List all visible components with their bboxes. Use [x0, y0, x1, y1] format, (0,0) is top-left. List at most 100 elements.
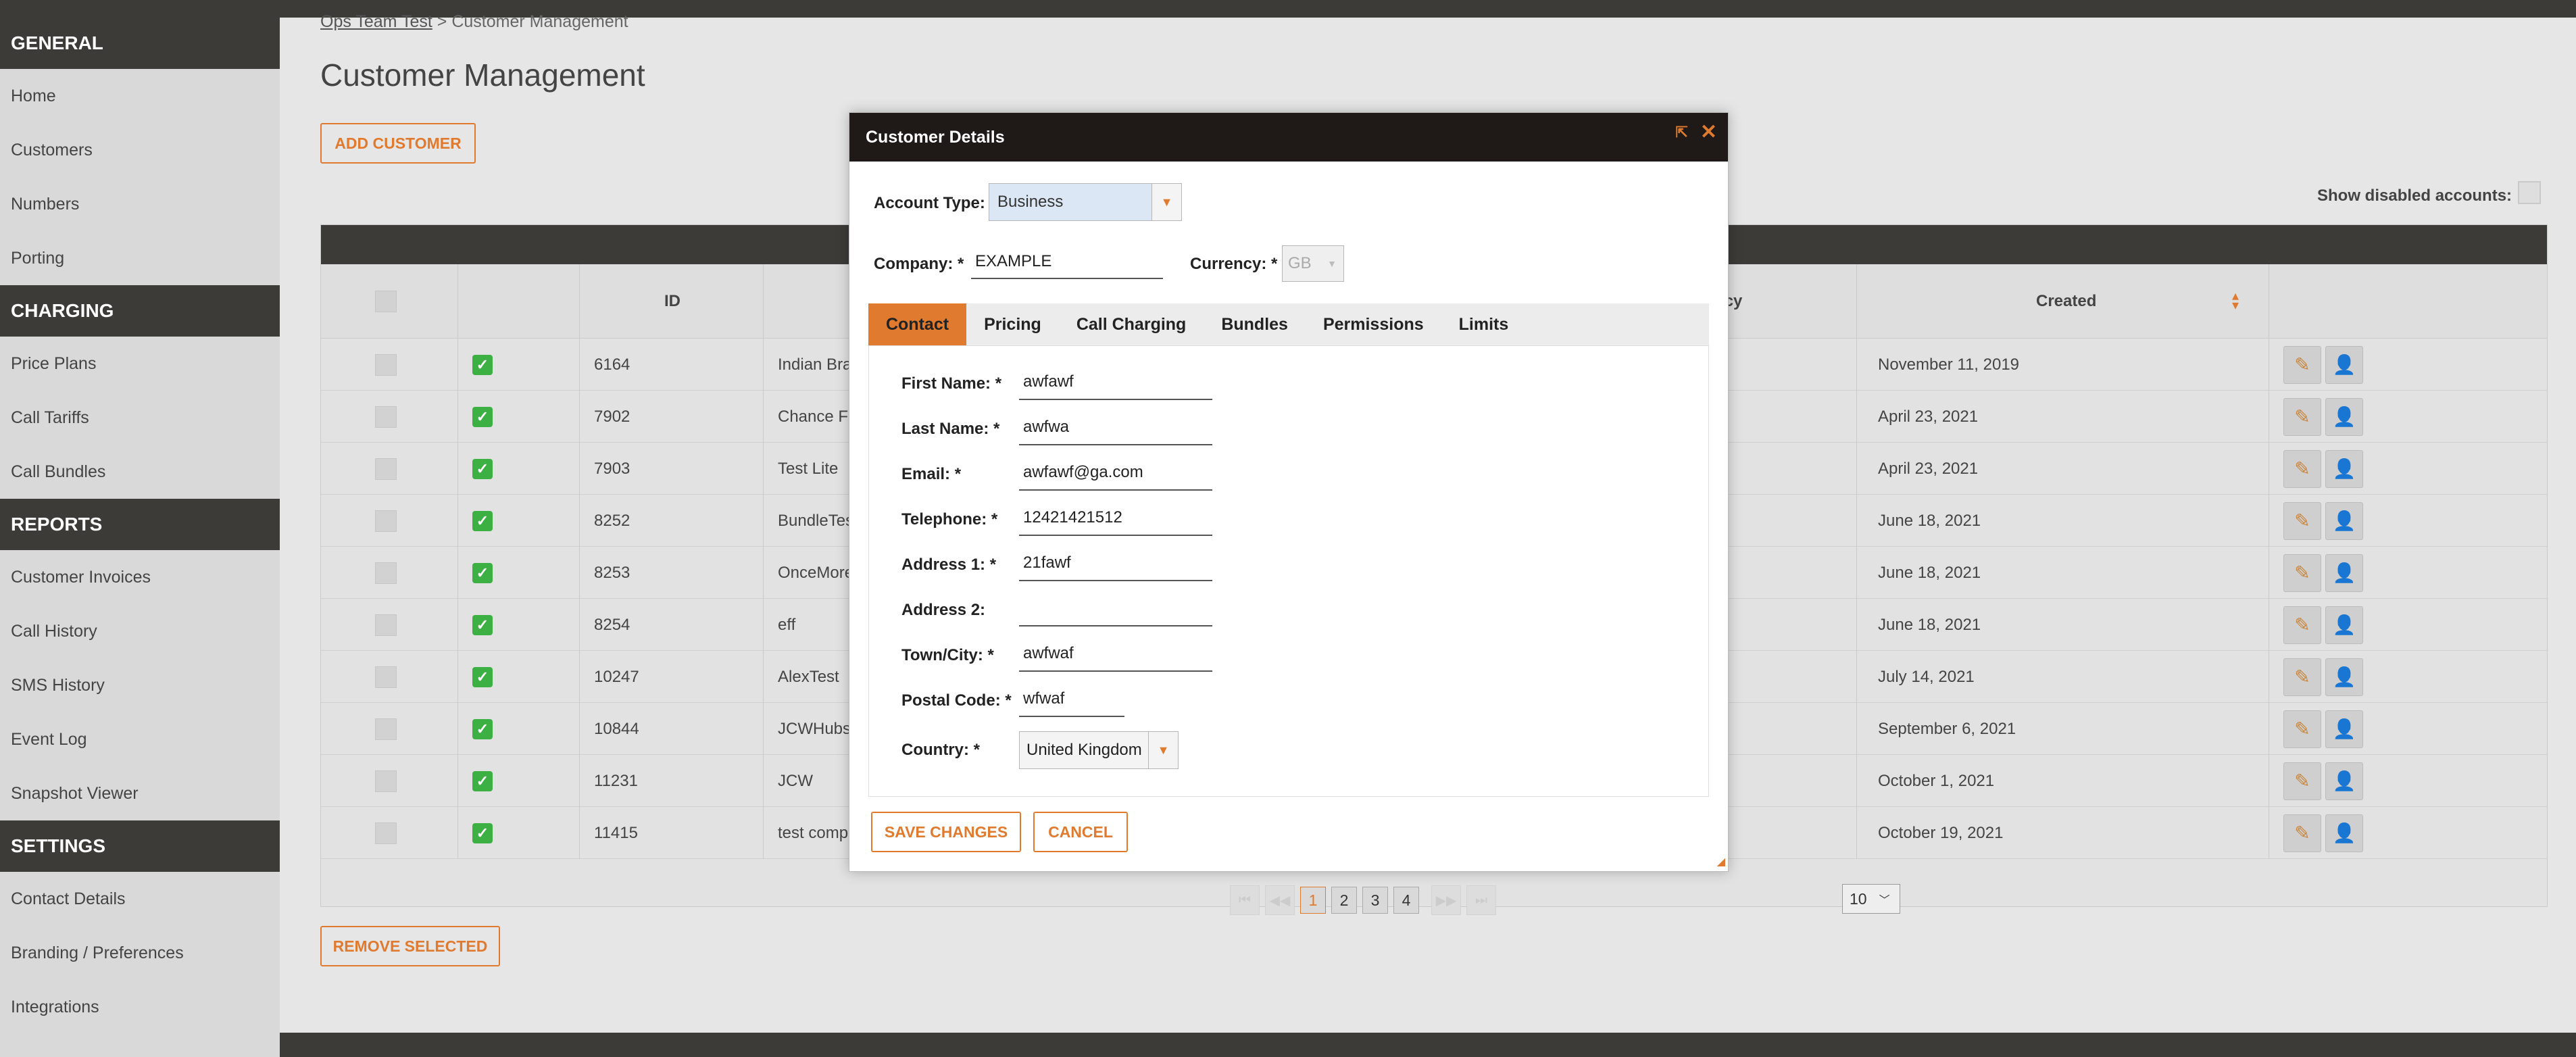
row-checkbox[interactable]	[375, 458, 397, 480]
cancel-button[interactable]: CANCEL	[1033, 812, 1128, 852]
tab-limits[interactable]: Limits	[1441, 303, 1527, 345]
sidebar-item-customer-invoices[interactable]: Customer Invoices	[0, 550, 280, 604]
user-icon[interactable]: 👤	[2325, 449, 2363, 488]
town-city-input[interactable]	[1019, 637, 1212, 672]
sidebar-item-integrations[interactable]: Integrations	[0, 980, 280, 1034]
page-4-button[interactable]: 4	[1393, 887, 1419, 914]
row-id: 8254	[594, 615, 630, 634]
sort-icon[interactable]: ▴ ▾	[2232, 289, 2239, 312]
sidebar-item-snapshot-viewer[interactable]: Snapshot Viewer	[0, 766, 280, 820]
telephone-input[interactable]	[1019, 501, 1212, 536]
select-all-checkbox[interactable]	[375, 291, 397, 312]
edit-pencil-icon[interactable]: ✎	[2283, 449, 2321, 488]
header-created[interactable]: Created	[2036, 264, 2096, 339]
sidebar-item-call-history[interactable]: Call History	[0, 604, 280, 658]
company-input[interactable]	[971, 245, 1163, 279]
tab-pricing[interactable]: Pricing	[966, 303, 1059, 345]
first-page-icon[interactable]: ⏮	[1230, 885, 1260, 915]
add-customer-button[interactable]: ADD CUSTOMER	[320, 123, 476, 164]
row-checkbox[interactable]	[375, 405, 397, 428]
sidebar-item-porting[interactable]: Porting	[0, 231, 280, 285]
row-checkbox[interactable]	[375, 510, 397, 532]
breadcrumb-parent-link[interactable]: Ops Team Test	[320, 12, 432, 31]
column-divider	[1856, 264, 1857, 859]
close-icon[interactable]: ✕	[1700, 122, 1717, 143]
resize-handle-icon[interactable]: ◢	[1717, 855, 1725, 868]
page-3-button[interactable]: 3	[1362, 887, 1388, 914]
email-input[interactable]	[1019, 456, 1212, 491]
user-icon[interactable]: 👤	[2325, 658, 2363, 696]
first-name-input[interactable]	[1019, 365, 1212, 400]
row-checkbox[interactable]	[375, 562, 397, 584]
sidebar-item-branding-preferences[interactable]: Branding / Preferences	[0, 926, 280, 980]
edit-pencil-icon[interactable]: ✎	[2283, 345, 2321, 384]
user-icon[interactable]: 👤	[2325, 814, 2363, 852]
user-icon[interactable]: 👤	[2325, 501, 2363, 540]
last-page-icon[interactable]: ⏭	[1466, 885, 1496, 915]
contact-tab-panel: First Name: * Last Name: * Email: * Tele…	[868, 345, 1709, 797]
edit-pencil-icon[interactable]: ✎	[2283, 606, 2321, 644]
sidebar-item-event-log[interactable]: Event Log	[0, 712, 280, 766]
popout-icon[interactable]: ⇱	[1675, 124, 1687, 141]
sidebar-item-price-plans[interactable]: Price Plans	[0, 337, 280, 391]
sidebar-item-home[interactable]: Home	[0, 69, 280, 123]
sidebar-item-sms-history[interactable]: SMS History	[0, 658, 280, 712]
header-id[interactable]: ID	[664, 264, 680, 339]
account-type-select[interactable]: Business ▼	[989, 183, 1182, 221]
tab-call-charging[interactable]: Call Charging	[1059, 303, 1204, 345]
row-checkbox[interactable]	[375, 718, 397, 740]
edit-pencil-icon[interactable]: ✎	[2283, 814, 2321, 852]
sidebar-item-numbers[interactable]: Numbers	[0, 177, 280, 231]
check-icon: ✓	[472, 666, 493, 687]
sidebar-item-customers[interactable]: Customers	[0, 123, 280, 177]
edit-pencil-icon[interactable]: ✎	[2283, 762, 2321, 800]
show-disabled-checkbox[interactable]	[2518, 181, 2541, 204]
last-name-input[interactable]	[1019, 410, 1212, 445]
enabled-cell: ✓	[472, 339, 493, 391]
row-checkbox[interactable]	[375, 770, 397, 792]
page-1-button[interactable]: 1	[1300, 887, 1326, 914]
remove-selected-button[interactable]: REMOVE SELECTED	[320, 926, 500, 966]
next-page-icon[interactable]: ▶▶	[1431, 885, 1461, 915]
column-divider	[579, 264, 580, 859]
sidebar-item-call-bundles[interactable]: Call Bundles	[0, 445, 280, 499]
edit-pencil-icon[interactable]: ✎	[2283, 397, 2321, 436]
tab-bundles[interactable]: Bundles	[1204, 303, 1306, 345]
user-icon[interactable]: 👤	[2325, 762, 2363, 800]
row-name: Test Lite	[778, 459, 839, 478]
row-checkbox[interactable]	[375, 353, 397, 376]
user-icon[interactable]: 👤	[2325, 345, 2363, 384]
row-actions: ✎ 👤	[2283, 547, 2367, 599]
sidebar-item-contact-details[interactable]: Contact Details	[0, 872, 280, 926]
prev-page-icon[interactable]: ◀◀	[1265, 885, 1295, 915]
row-checkbox[interactable]	[375, 822, 397, 844]
sidebar-item-call-tariffs[interactable]: Call Tariffs	[0, 391, 280, 445]
first-name-label: First Name: *	[901, 374, 1002, 393]
row-id: 11415	[594, 823, 638, 842]
user-icon[interactable]: 👤	[2325, 554, 2363, 592]
address-2-input[interactable]	[1019, 591, 1212, 626]
page-2-button[interactable]: 2	[1331, 887, 1357, 914]
row-checkbox[interactable]	[375, 614, 397, 636]
edit-pencil-icon[interactable]: ✎	[2283, 710, 2321, 748]
currency-select[interactable]: GB ▼	[1282, 245, 1344, 282]
country-select[interactable]: United Kingdom ▼	[1019, 731, 1179, 769]
user-icon[interactable]: 👤	[2325, 397, 2363, 436]
postal-code-input[interactable]	[1019, 682, 1124, 717]
country-value: United Kingdom	[1026, 741, 1142, 759]
enabled-cell: ✓	[472, 807, 493, 859]
town-city-label: Town/City: *	[901, 646, 994, 664]
edit-pencil-icon[interactable]: ✎	[2283, 554, 2321, 592]
address-1-input[interactable]	[1019, 546, 1212, 581]
row-actions: ✎ 👤	[2283, 339, 2367, 391]
tab-contact[interactable]: Contact	[868, 303, 967, 345]
edit-pencil-icon[interactable]: ✎	[2283, 658, 2321, 696]
user-icon[interactable]: 👤	[2325, 606, 2363, 644]
tab-permissions[interactable]: Permissions	[1306, 303, 1441, 345]
page-size-value: 10	[1850, 889, 1867, 908]
edit-pencil-icon[interactable]: ✎	[2283, 501, 2321, 540]
save-changes-button[interactable]: SAVE CHANGES	[871, 812, 1021, 852]
row-checkbox[interactable]	[375, 666, 397, 688]
page-size-select[interactable]: 10 ﹀	[1842, 884, 1900, 914]
user-icon[interactable]: 👤	[2325, 710, 2363, 748]
